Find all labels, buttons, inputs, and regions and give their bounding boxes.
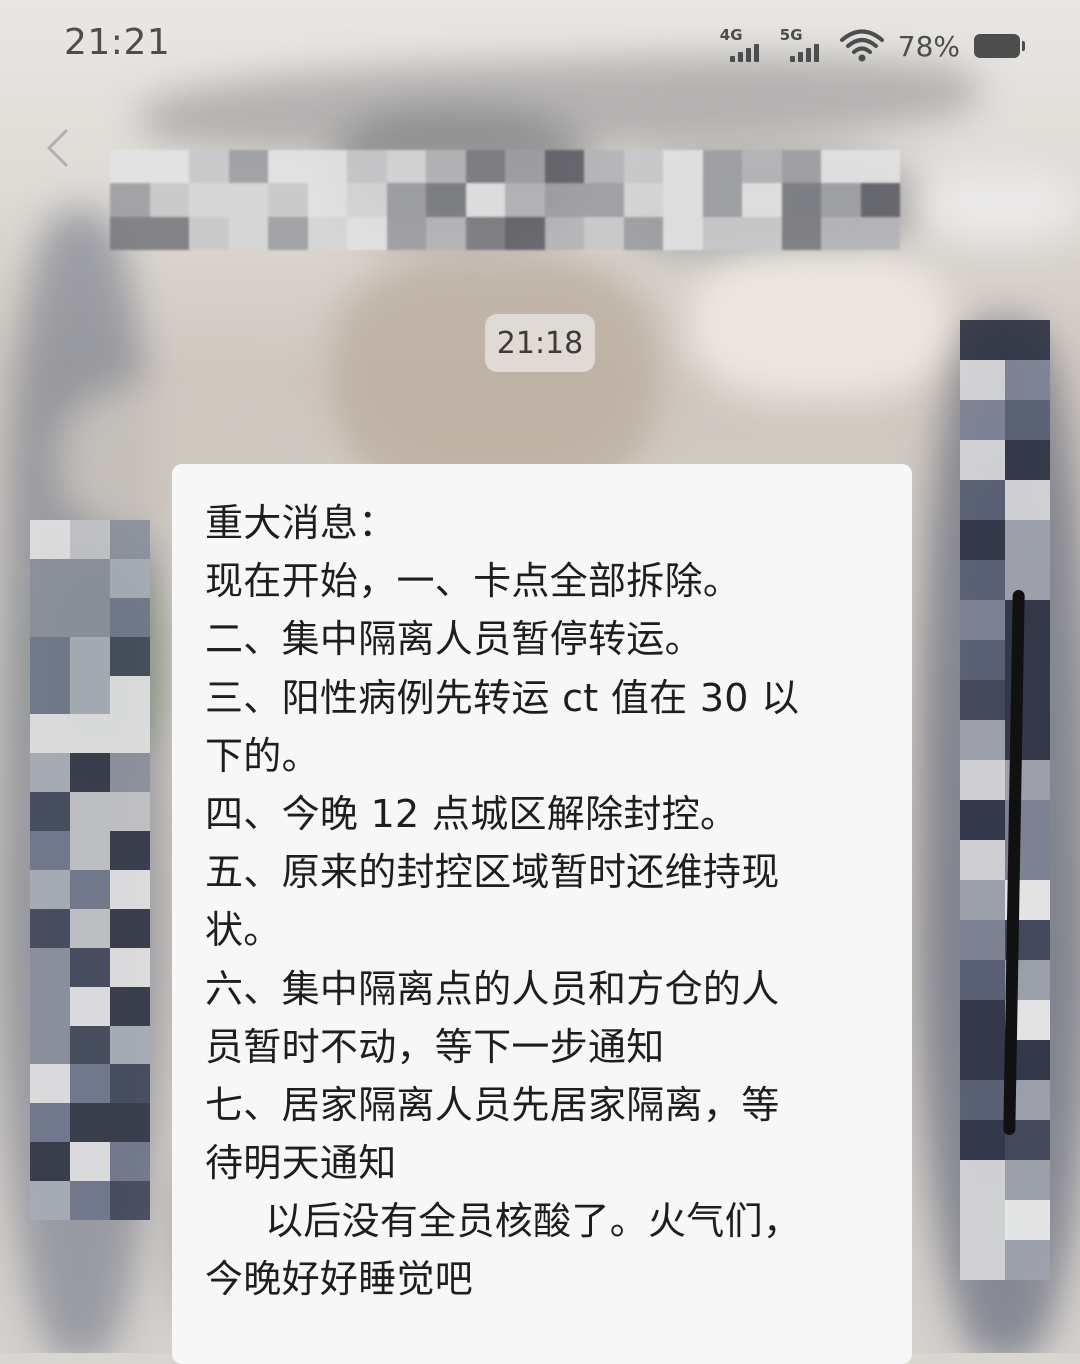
status-time: 21:21 — [64, 22, 171, 63]
message-line: 今晚好好睡觉吧 — [205, 1257, 474, 1302]
back-chevron-icon[interactable] — [44, 128, 70, 168]
battery-icon — [974, 34, 1025, 58]
message-line: 员暂时不动，等下一步通知 — [205, 1024, 665, 1069]
message-timestamp: 21:18 — [485, 314, 595, 372]
message-line: 现在开始，一、卡点全部拆除。 — [205, 559, 742, 604]
message-line: 四、今晚 12 点城区解除封控。 — [205, 791, 739, 836]
message-line: 三、阳性病例先转运 ct 值在 30 以 — [205, 675, 800, 720]
signal-5g-icon: 5G — [779, 26, 826, 64]
wifi-icon — [839, 29, 884, 62]
pixelated-right-mosaic — [960, 320, 1050, 1280]
message-line: 下的。 — [205, 733, 320, 778]
message-line: 七、居家隔离人员先居家隔离，等 — [205, 1082, 780, 1127]
message-line: 待明天通知 — [205, 1141, 397, 1186]
message-line: 重大消息： — [205, 501, 397, 545]
signal-4g-label: 4G — [719, 26, 743, 44]
pixelated-header-mosaic — [110, 150, 900, 250]
status-icons: 4G 5G 78% — [719, 26, 1025, 66]
pixelated-left-mosaic — [30, 520, 150, 1220]
status-bar: 21:21 4G 5G 78% — [0, 0, 1080, 90]
message-line: 六、集中隔离点的人员和方仓的人 — [205, 966, 780, 1011]
signal-4g-icon: 4G — [719, 26, 766, 64]
signal-5g-label: 5G — [779, 26, 803, 44]
message-line: 五、原来的封控区域暂时还维持现 — [205, 850, 780, 895]
battery-percent: 78% — [897, 29, 960, 63]
message-bubble[interactable]: 重大消息： 现在开始，一、卡点全部拆除。 二、集中隔离人员暂停转运。 三、阳性病… — [172, 464, 912, 1364]
message-line: 二、集中隔离人员暂停转运。 — [205, 617, 703, 662]
message-line: 以后没有全员核酸了。火气们， — [265, 1199, 802, 1244]
message-line: 状。 — [205, 908, 282, 953]
